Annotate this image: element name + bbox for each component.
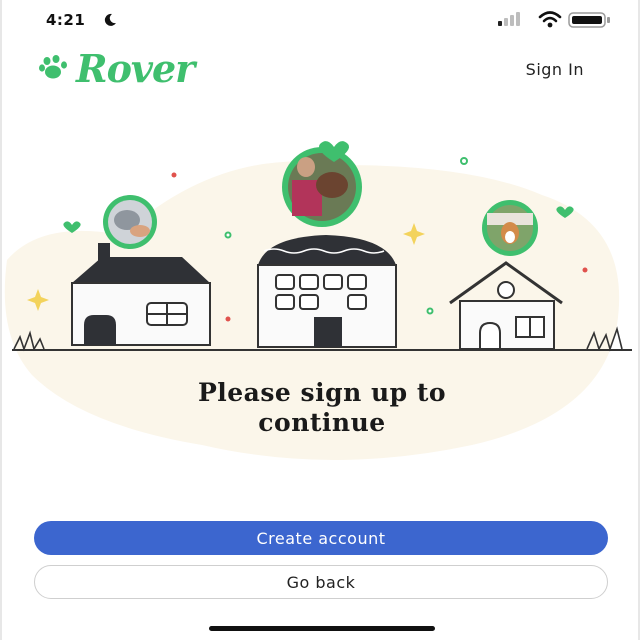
page-title: Please sign up to continue <box>2 378 640 438</box>
decor-dot <box>224 231 232 239</box>
battery-icon <box>568 12 610 28</box>
signal-icon <box>498 12 520 26</box>
wifi-icon <box>538 11 562 28</box>
decor-dot <box>225 316 231 322</box>
sign-in-link[interactable]: Sign In <box>526 60 584 79</box>
pet-photo-cat <box>103 195 157 249</box>
pet-photo-corgi <box>482 200 538 256</box>
decor-dot <box>460 157 468 165</box>
middle-house <box>257 235 397 348</box>
decor-dot <box>582 267 588 273</box>
decor-dot <box>426 307 434 315</box>
home-indicator <box>209 626 435 631</box>
page-title-text: Please sign up to continue <box>197 378 447 437</box>
logo-text: Rover <box>76 45 195 91</box>
status-time: 4:21 <box>46 11 86 29</box>
paw-icon <box>39 55 67 79</box>
app-screen: 4:21 Rover Sign In Please sign up to con… <box>0 0 640 640</box>
go-back-button[interactable]: Go back <box>34 565 608 599</box>
decor-dot <box>171 172 177 178</box>
rover-logo: Rover <box>38 45 195 91</box>
create-account-button[interactable]: Create account <box>34 521 608 555</box>
moon-icon <box>104 13 116 26</box>
pet-photo-dog-owner <box>282 147 362 227</box>
